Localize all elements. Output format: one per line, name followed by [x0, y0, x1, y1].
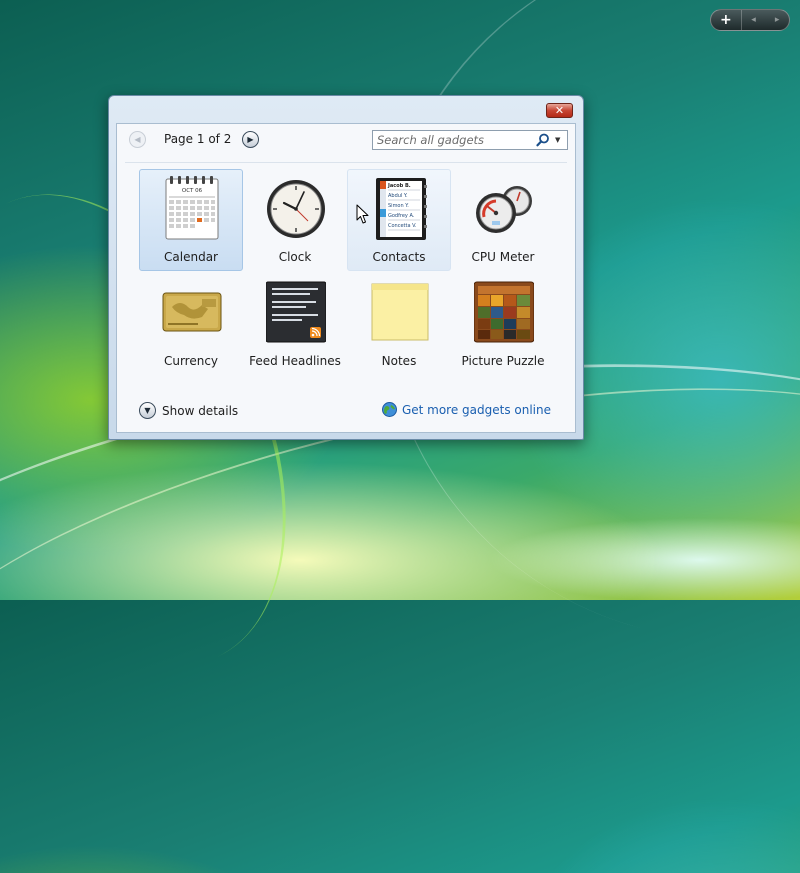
search-icon[interactable]	[536, 133, 550, 147]
globe-icon	[381, 402, 397, 417]
gadget-tile-picture-puzzle[interactable]: Picture Puzzle	[451, 273, 555, 375]
chevron-right-icon: ▶	[247, 135, 254, 144]
show-details-label: Show details	[162, 403, 239, 418]
gadget-label: Feed Headlines	[249, 354, 341, 368]
gallery-toolbar: ◀ Page 1 of 2 ▶ ▼	[117, 124, 575, 154]
clock-icon	[267, 180, 325, 238]
next-page-button[interactable]: ▶	[242, 131, 259, 148]
sidebar-next-button[interactable]: ▸	[765, 10, 789, 30]
gadget-gallery-window: ✕ ◀ Page 1 of 2 ▶ ▼	[108, 95, 584, 440]
notes-icon	[371, 283, 429, 341]
gadget-label: Currency	[163, 354, 219, 368]
chevron-left-icon: ◀	[134, 135, 141, 144]
previous-page-button[interactable]: ◀	[129, 131, 146, 148]
currency-icon	[162, 292, 222, 332]
gadget-tile-clock[interactable]: Clock	[243, 169, 347, 271]
gadget-label: Picture Puzzle	[461, 354, 545, 368]
add-gadget-button[interactable]: +	[711, 10, 742, 30]
page-indicator: Page 1 of 2	[164, 132, 232, 146]
gadget-tile-cpu-meter[interactable]: CPU Meter	[451, 169, 555, 271]
sidebar-control: + ◂ ▸	[710, 9, 790, 31]
gadget-label: Contacts	[372, 250, 426, 264]
chevron-down-icon: ▼	[139, 402, 156, 419]
feed-headlines-icon	[266, 281, 326, 343]
gadget-tile-calendar[interactable]: OCT 06 Calendar	[139, 169, 243, 271]
gadget-tile-currency[interactable]: Currency	[139, 273, 243, 375]
show-details-toggle[interactable]: ▼ Show details	[139, 402, 238, 419]
contact-name: Godfrey A.	[388, 213, 415, 219]
gadget-label: Clock	[278, 250, 312, 264]
calendar-month: OCT 06	[182, 188, 203, 194]
gadget-label: Notes	[381, 354, 417, 368]
gallery-footer: ▼ Show details Get more gadgets online	[117, 390, 575, 432]
gadget-label: CPU Meter	[471, 250, 535, 264]
search-input[interactable]	[377, 132, 527, 148]
gallery-panel: ◀ Page 1 of 2 ▶ ▼	[116, 123, 576, 433]
gadget-label: Calendar	[164, 250, 218, 264]
sidebar-prev-button[interactable]: ◂	[742, 10, 766, 30]
search-dropdown-icon[interactable]: ▼	[555, 136, 563, 144]
close-button[interactable]: ✕	[546, 103, 573, 118]
mouse-pointer-icon	[356, 204, 369, 224]
toolbar-divider	[125, 162, 567, 163]
gadget-tile-notes[interactable]: Notes	[347, 273, 451, 375]
cpu-meter-icon	[476, 186, 532, 233]
search-box: ▼	[372, 130, 568, 150]
calendar-icon: OCT 06	[165, 176, 219, 240]
contacts-icon: Jacob B. Abdul Y. Simon Y. Godfrey A. Co…	[376, 178, 427, 240]
contact-name: Jacob B.	[387, 183, 411, 189]
contact-name: Simon Y.	[388, 203, 409, 209]
contact-name: Abdul Y.	[388, 193, 408, 199]
gadget-tile-feed-headlines[interactable]: Feed Headlines	[243, 273, 347, 375]
get-more-gadgets-link[interactable]: Get more gadgets online	[381, 402, 551, 417]
get-more-gadgets-label: Get more gadgets online	[401, 402, 551, 417]
picture-puzzle-icon	[474, 281, 534, 343]
contact-name: Concetta V.	[388, 223, 417, 229]
